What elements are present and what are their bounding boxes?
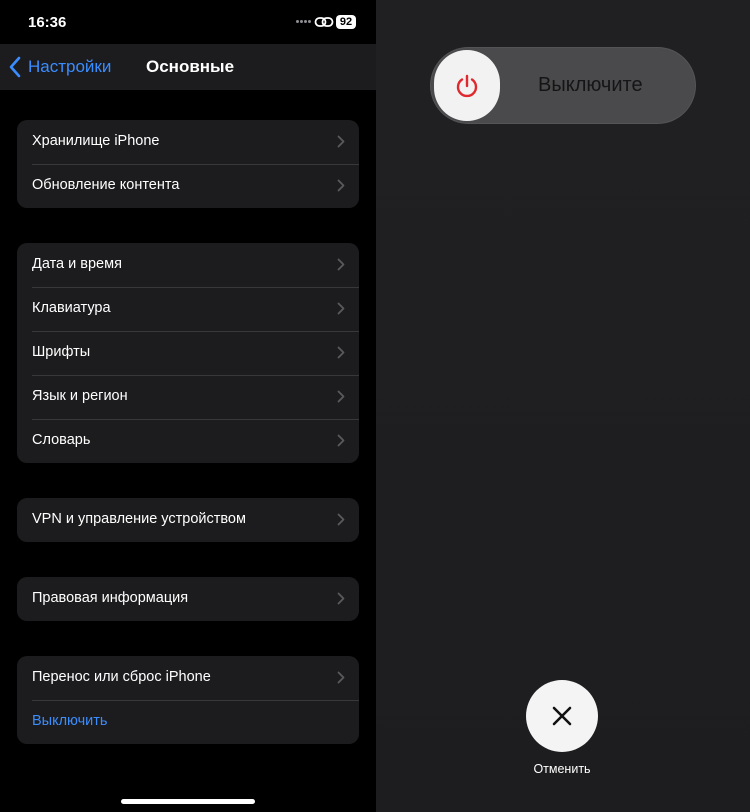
- page-title: Основные: [146, 57, 235, 76]
- row-label: Клавиатура: [32, 300, 111, 316]
- back-button[interactable]: Настройки: [8, 54, 111, 80]
- shut-down-label: Выключить: [32, 713, 108, 729]
- settings-group-locale: Дата и время Клавиатура Шрифты Язык и ре…: [17, 243, 359, 463]
- row-label: VPN и управление устройством: [32, 511, 246, 527]
- settings-row-date-time[interactable]: Дата и время: [17, 243, 359, 287]
- settings-row-iphone-storage[interactable]: Хранилище iPhone: [17, 120, 359, 164]
- power-icon: [456, 74, 478, 97]
- settings-row-language-region[interactable]: Язык и регион: [17, 375, 359, 419]
- home-indicator[interactable]: [121, 799, 255, 804]
- settings-group-storage: Хранилище iPhone Обновление контента: [17, 120, 359, 208]
- row-label: Язык и регион: [32, 388, 128, 404]
- cancel-label: Отменить: [533, 762, 591, 776]
- chevron-left-icon: [9, 56, 21, 78]
- power-off-slider[interactable]: Выключите: [430, 47, 696, 124]
- navigation-bar: Настройки Основные: [0, 44, 376, 90]
- row-label: Перенос или сброс iPhone: [32, 669, 211, 685]
- chevron-right-icon: [337, 671, 345, 684]
- battery-icon: 92: [336, 15, 356, 29]
- settings-group-legal: Правовая информация: [17, 577, 359, 621]
- row-label: Словарь: [32, 432, 91, 448]
- row-label: Шрифты: [32, 344, 91, 360]
- row-label: Дата и время: [32, 256, 122, 272]
- settings-row-transfer-reset[interactable]: Перенос или сброс iPhone: [17, 656, 359, 700]
- settings-row-fonts[interactable]: Шрифты: [17, 331, 359, 375]
- row-label: Обновление контента: [32, 177, 180, 193]
- settings-group-reset: Перенос или сброс iPhone Выключить: [17, 656, 359, 744]
- cancel-control: Отменить: [526, 680, 600, 780]
- chevron-right-icon: [337, 179, 345, 192]
- settings-row-background-refresh[interactable]: Обновление контента: [17, 164, 359, 208]
- close-icon: [552, 706, 572, 726]
- chevron-right-icon: [337, 258, 345, 271]
- status-time: 16:36: [28, 14, 67, 31]
- screen-root: 16:36 92 Настройки Основные Хранилище iP…: [0, 0, 750, 812]
- chevron-right-icon: [337, 513, 345, 526]
- shut-down-button[interactable]: Выключить: [17, 700, 359, 744]
- status-bar: 16:36 92: [0, 0, 376, 44]
- chevron-right-icon: [337, 434, 345, 447]
- back-button-label: Настройки: [28, 57, 112, 76]
- row-label: Правовая информация: [32, 590, 189, 606]
- power-off-slider-knob[interactable]: [434, 50, 500, 121]
- settings-screen: 16:36 92 Настройки Основные Хранилище iP…: [0, 0, 376, 812]
- settings-row-vpn-device-management[interactable]: VPN и управление устройством: [17, 498, 359, 542]
- more-dots-icon: [296, 20, 312, 24]
- settings-row-legal[interactable]: Правовая информация: [17, 577, 359, 621]
- settings-row-keyboard[interactable]: Клавиатура: [17, 287, 359, 331]
- link-icon: [314, 17, 334, 27]
- chevron-right-icon: [337, 346, 345, 359]
- power-off-overlay: Выключите Отменить: [376, 0, 750, 812]
- row-label: Хранилище iPhone: [32, 133, 160, 149]
- chevron-right-icon: [337, 302, 345, 315]
- chevron-right-icon: [337, 390, 345, 403]
- chevron-right-icon: [337, 135, 345, 148]
- settings-group-vpn: VPN и управление устройством: [17, 498, 359, 542]
- chevron-right-icon: [337, 592, 345, 605]
- cancel-button[interactable]: [526, 680, 598, 752]
- power-off-slider-label: Выключите: [538, 74, 642, 96]
- settings-row-dictionary[interactable]: Словарь: [17, 419, 359, 463]
